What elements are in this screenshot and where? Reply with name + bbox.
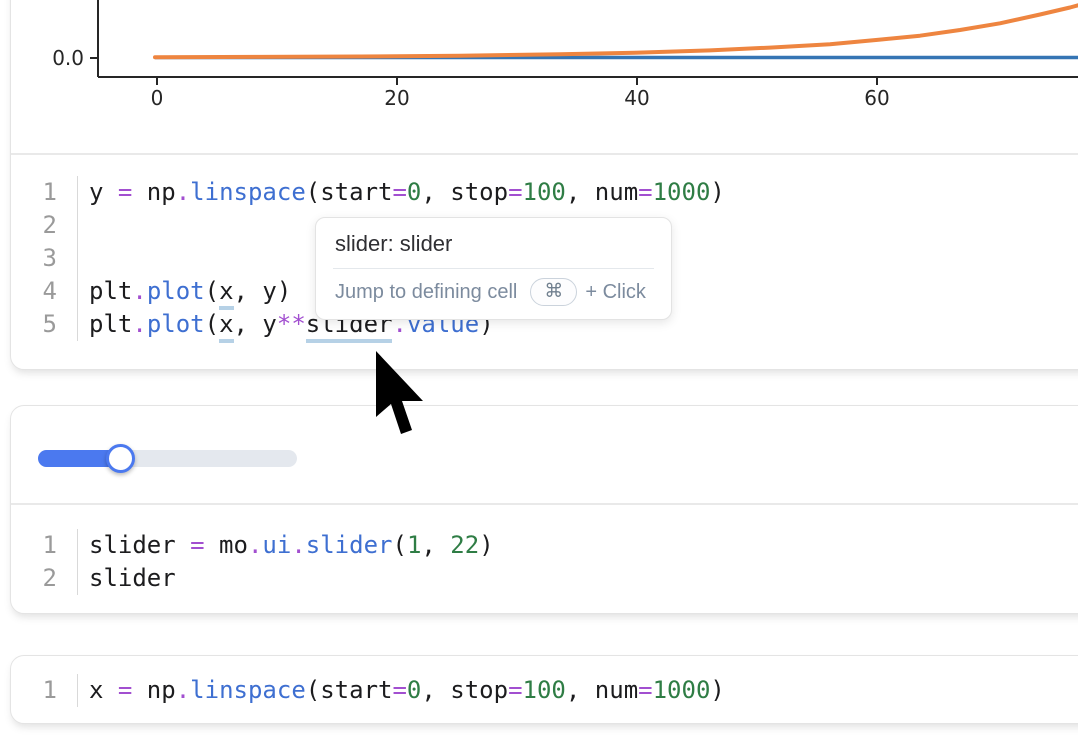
code-token: =: [190, 531, 204, 559]
code-token: plt: [89, 277, 132, 305]
code-token: ui: [262, 531, 291, 559]
code-line-row[interactable]: 1y = np.linspace(start=0, stop=100, num=…: [10, 176, 725, 209]
code-token: 100: [523, 178, 566, 206]
code-token: slider: [89, 564, 176, 592]
slider-thumb[interactable]: [106, 444, 135, 473]
cell-output-code-divider: [11, 503, 1078, 505]
code-line-row[interactable]: 1slider = mo.ui.slider(1, 22): [10, 529, 494, 562]
line-number: 4: [10, 275, 77, 308]
matplotlib-plot-output: 0.0 0 20 40 60: [10, 0, 1078, 153]
variable-reference-token[interactable]: x: [219, 277, 233, 310]
tooltip-footer: Jump to defining cell ⌘ + Click: [316, 269, 671, 319]
code-token: =: [118, 178, 132, 206]
code-line-text[interactable]: slider: [77, 562, 176, 595]
code-token: , y: [234, 310, 277, 338]
code-token: 0: [407, 178, 421, 206]
series-curve-orange: [155, 3, 1078, 58]
code-token: =: [508, 178, 522, 206]
code-editor-slider[interactable]: 1slider = mo.ui.slider(1, 22)2slider: [10, 529, 494, 595]
code-token: =: [638, 676, 652, 704]
code-line-text[interactable]: [77, 242, 89, 275]
line-number: 2: [10, 209, 77, 242]
code-token: .: [132, 277, 146, 305]
line-number: 1: [10, 176, 77, 209]
line-number: 2: [10, 562, 77, 595]
code-token: =: [638, 178, 652, 206]
command-key-icon: ⌘: [530, 278, 577, 306]
code-token: 1000: [653, 676, 711, 704]
code-token: .: [132, 310, 146, 338]
code-token: x: [89, 676, 118, 704]
cell-output-code-divider: [11, 153, 1078, 155]
variable-reference-token[interactable]: x: [219, 310, 233, 343]
code-line-text[interactable]: slider = mo.ui.slider(1, 22): [77, 529, 494, 562]
code-token: , num: [566, 676, 638, 704]
code-line-text[interactable]: plt.plot(x, y): [77, 275, 291, 308]
code-token: linspace: [190, 178, 306, 206]
code-token: (: [205, 277, 219, 305]
code-token: =: [392, 676, 406, 704]
code-token: ): [710, 178, 724, 206]
code-token: plot: [147, 310, 205, 338]
code-line-text[interactable]: x = np.linspace(start=0, stop=100, num=1…: [77, 674, 725, 707]
variable-tooltip: slider: slider Jump to defining cell ⌘ +…: [315, 217, 672, 320]
code-line-row[interactable]: 1x = np.linspace(start=0, stop=100, num=…: [10, 674, 725, 707]
code-token: =: [118, 676, 132, 704]
code-token: .: [248, 531, 262, 559]
code-token: , num: [566, 178, 638, 206]
x-axis-tick-label: 20: [384, 86, 409, 110]
code-token: =: [508, 676, 522, 704]
tooltip-click-suffix: + Click: [585, 281, 646, 304]
code-token: .: [291, 531, 305, 559]
code-token: , stop: [421, 676, 508, 704]
code-token: slider: [89, 531, 190, 559]
line-number: 5: [10, 308, 77, 341]
code-token: , stop: [421, 178, 508, 206]
code-token: ): [479, 531, 493, 559]
code-token: ,: [421, 531, 450, 559]
code-token: (start: [306, 178, 393, 206]
line-number: 3: [10, 242, 77, 275]
code-token: plot: [147, 277, 205, 305]
code-token: =: [392, 178, 406, 206]
x-axis-tick-label: 0: [151, 86, 164, 110]
code-token: 100: [523, 676, 566, 704]
code-token: y: [89, 178, 118, 206]
code-token: ): [710, 676, 724, 704]
jump-to-defining-cell-hint: Jump to defining cell: [335, 281, 517, 304]
code-token: **: [277, 310, 306, 338]
code-token: , y): [234, 277, 292, 305]
code-line-row[interactable]: 2 slider: [10, 562, 494, 595]
code-token: .: [176, 178, 190, 206]
code-token: 1: [407, 531, 421, 559]
code-token: (: [205, 310, 219, 338]
code-token: 1000: [653, 178, 711, 206]
code-line-text[interactable]: [77, 209, 89, 242]
code-line-text[interactable]: y = np.linspace(start=0, stop=100, num=1…: [77, 176, 725, 209]
x-axis-tick-label: 40: [624, 86, 649, 110]
code-token: np: [132, 676, 175, 704]
code-token: linspace: [190, 676, 306, 704]
code-token: (: [392, 531, 406, 559]
code-token: slider: [306, 531, 393, 559]
mouse-cursor-icon: [374, 351, 426, 443]
code-token: .: [176, 676, 190, 704]
code-token: (start: [306, 676, 393, 704]
line-number: 1: [10, 529, 77, 562]
line-number: 1: [10, 674, 77, 707]
y-axis-tick-label: 0.0: [52, 46, 84, 70]
code-token: mo: [205, 531, 248, 559]
code-token: plt: [89, 310, 132, 338]
code-token: 0: [407, 676, 421, 704]
code-token: 22: [450, 531, 479, 559]
code-editor-x[interactable]: 1x = np.linspace(start=0, stop=100, num=…: [10, 674, 725, 707]
tooltip-title: slider: slider: [316, 218, 671, 268]
marimo-notebook: 0.0 0 20 40 60 1y = np.linspace(start=0,…: [0, 0, 1078, 746]
x-axis-tick-label: 60: [864, 86, 889, 110]
code-token: np: [132, 178, 175, 206]
